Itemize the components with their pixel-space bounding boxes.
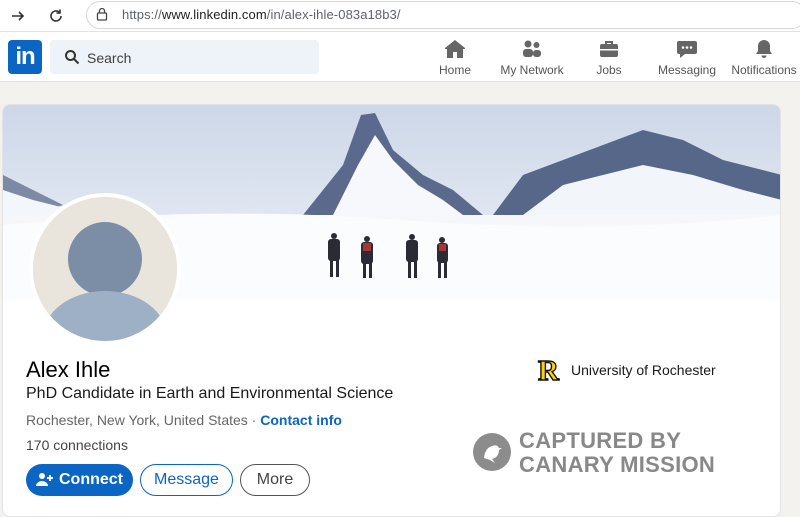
bell-icon — [730, 38, 798, 60]
profile-name: Alex Ihle — [26, 357, 111, 382]
profile-headline: PhD Candidate in Earth and Environmental… — [26, 385, 394, 402]
connect-button[interactable]: Connect — [26, 464, 133, 496]
nav-jobs[interactable]: Jobs — [592, 38, 626, 78]
search-icon — [64, 49, 80, 70]
nav-messaging[interactable]: Messaging — [656, 38, 718, 78]
search-input[interactable]: Search — [50, 40, 319, 74]
linkedin-header: in Search Home My Network Jobs Messaging — [0, 32, 800, 82]
forward-icon[interactable] — [6, 4, 30, 28]
university-logo-icon: R — [537, 354, 561, 388]
message-button[interactable]: Message — [140, 464, 233, 496]
connections-count[interactable]: 170 connections — [26, 437, 128, 453]
nav-my-network[interactable]: My Network — [498, 38, 566, 78]
contact-info-link[interactable]: Contact info — [260, 412, 342, 428]
url-text: https://www.linkedin.com/in/alex-ihle-08… — [122, 7, 401, 22]
reload-icon[interactable] — [44, 4, 68, 28]
home-icon — [436, 38, 474, 60]
nav-notifications[interactable]: Notifications — [730, 38, 798, 78]
briefcase-icon — [592, 38, 626, 60]
nav-home[interactable]: Home — [436, 38, 474, 78]
profile-card: Alex Ihle PhD Candidate in Earth and Env… — [2, 104, 781, 517]
search-placeholder: Search — [87, 50, 132, 66]
browser-toolbar: https://www.linkedin.com/in/alex-ihle-08… — [0, 0, 800, 32]
network-icon — [498, 38, 566, 60]
more-button[interactable]: More — [240, 464, 310, 496]
add-person-icon — [36, 473, 53, 486]
watermark: CAPTURED BY CANARY MISSION — [472, 427, 732, 477]
default-avatar-icon — [33, 197, 177, 341]
linkedin-logo[interactable]: in — [8, 40, 42, 74]
canary-bird-icon — [473, 433, 511, 471]
lock-icon[interactable] — [96, 7, 108, 26]
avatar[interactable] — [29, 193, 181, 345]
chat-icon — [656, 38, 718, 60]
svg-text:R: R — [538, 355, 560, 383]
profile-location: Rochester, New York, United States · Con… — [26, 412, 342, 428]
